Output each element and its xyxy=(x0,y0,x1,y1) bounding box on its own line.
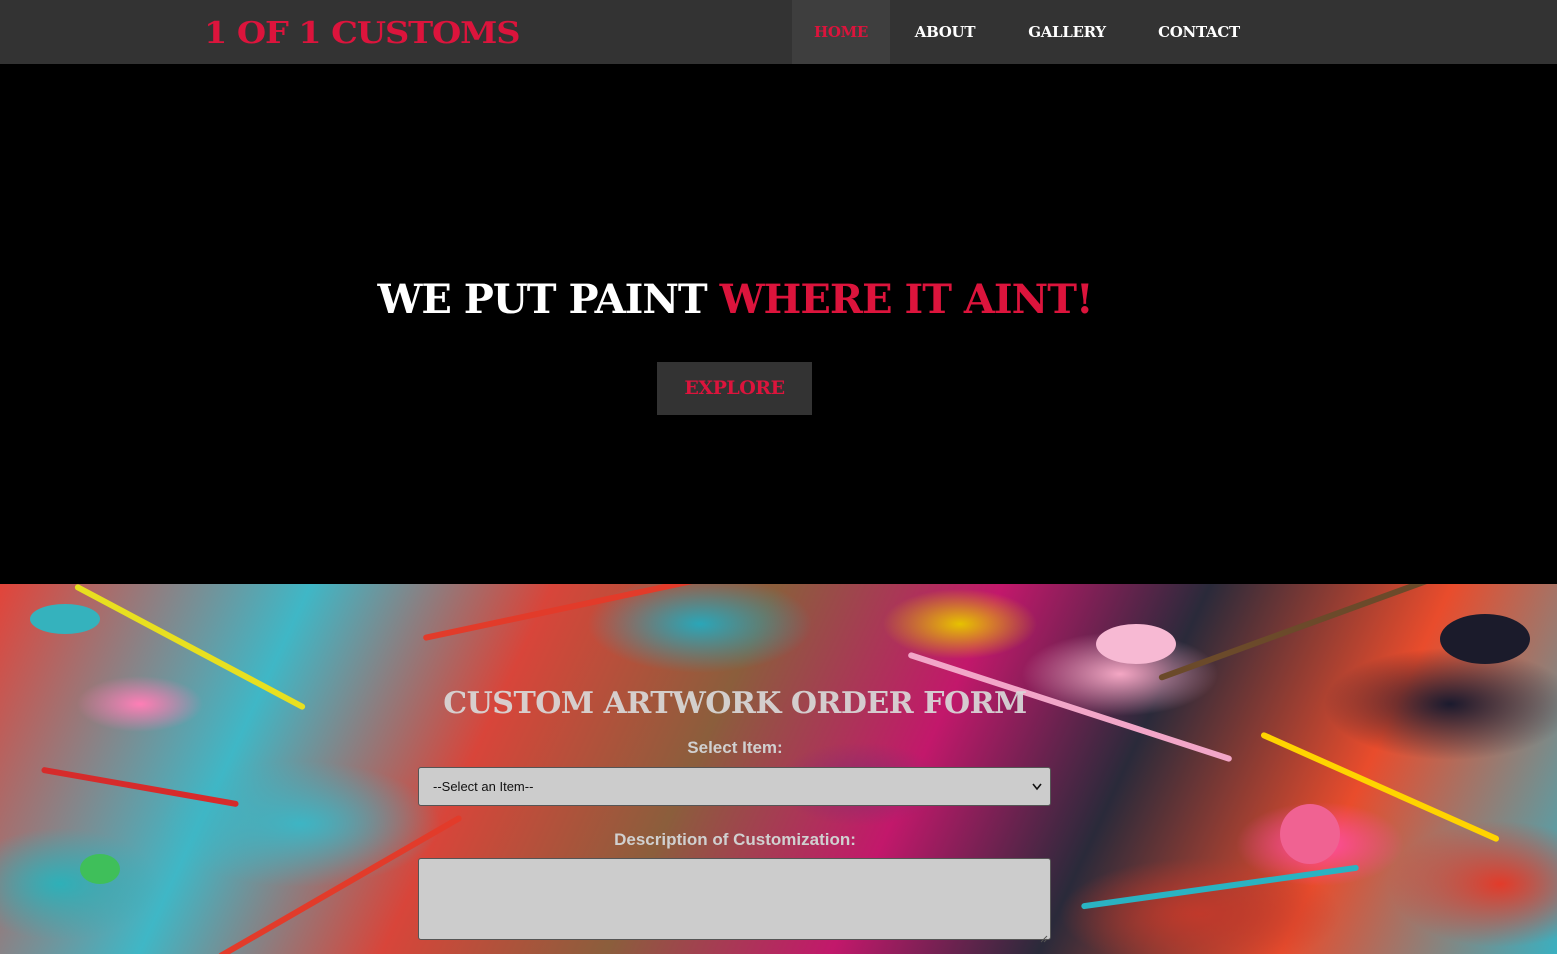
hero-headline: WE PUT PAINT WHERE IT AINT! xyxy=(0,276,1470,324)
hero-headline-white: WE PUT PAINT xyxy=(377,276,720,323)
order-form-title: CUSTOM ARTWORK ORDER FORM xyxy=(443,686,1027,721)
hero-section: WE PUT PAINT WHERE IT AINT! EXPLORE xyxy=(0,64,1557,584)
chevron-down-icon xyxy=(1030,768,1044,805)
explore-button[interactable]: EXPLORE xyxy=(657,362,812,415)
item-select-value: --Select an Item-- xyxy=(433,779,534,794)
navbar: 1 OF 1 CUSTOMS HOME ABOUT GALLERY CONTAC… xyxy=(0,0,1557,64)
select-item-label: Select Item: xyxy=(687,738,783,757)
nav-contact-link[interactable]: CONTACT xyxy=(1134,0,1264,64)
hero-headline-red: WHERE IT AINT! xyxy=(719,276,1094,323)
resize-handle-icon[interactable] xyxy=(1039,928,1048,943)
item-select[interactable]: --Select an Item-- xyxy=(418,767,1051,806)
nav-about-link[interactable]: ABOUT xyxy=(890,0,1000,64)
nav-home-link[interactable]: HOME xyxy=(792,0,890,64)
description-textarea[interactable] xyxy=(418,858,1051,943)
order-form-section: CUSTOM ARTWORK ORDER FORM Select Item: -… xyxy=(0,584,1557,954)
brand-logo[interactable]: 1 OF 1 CUSTOMS xyxy=(204,14,520,54)
description-label: Description of Customization: xyxy=(614,830,856,849)
nav-gallery-link[interactable]: GALLERY xyxy=(1000,0,1134,64)
